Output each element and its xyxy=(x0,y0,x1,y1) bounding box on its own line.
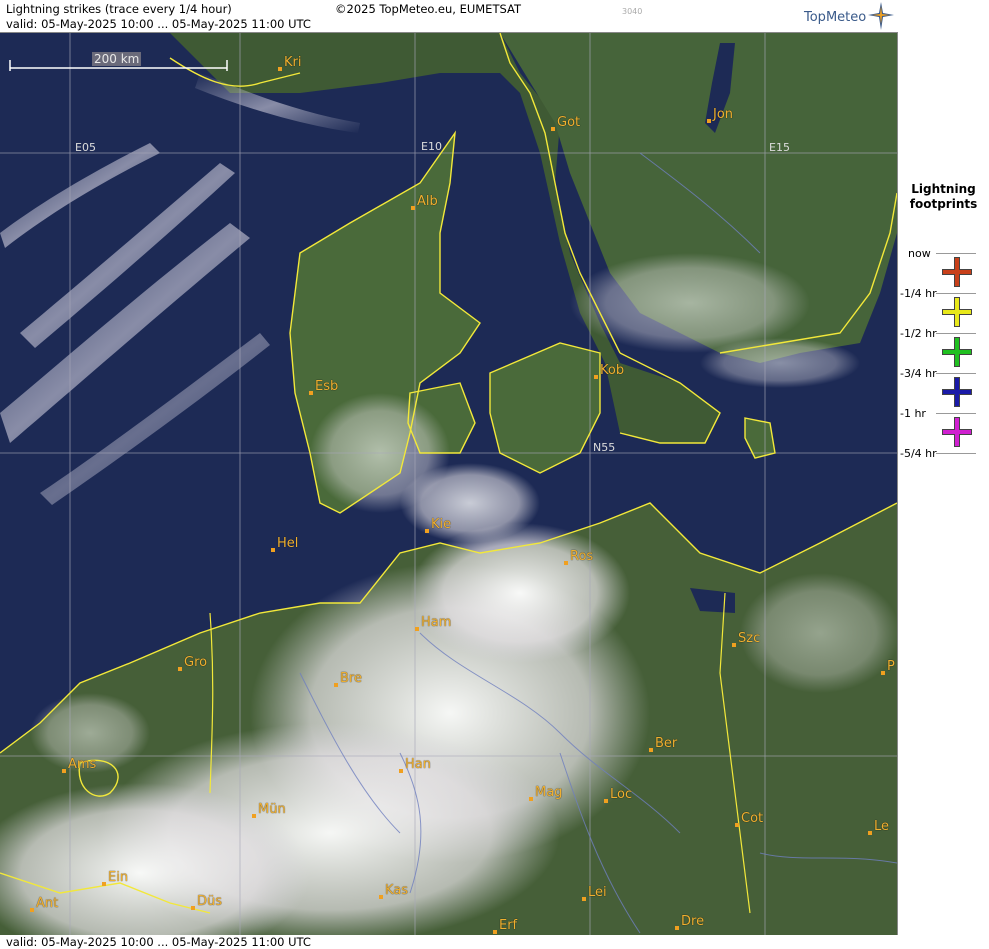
grid-label-e05: E05 xyxy=(75,141,96,154)
city-marker xyxy=(415,627,419,631)
city-marker xyxy=(102,882,106,886)
city-label: Cot xyxy=(741,811,764,826)
city-label: Kas xyxy=(385,883,409,898)
lightning-cross-icon xyxy=(942,297,972,327)
city-label: Ein xyxy=(108,870,129,885)
legend-tick-line xyxy=(936,373,976,374)
city-marker xyxy=(411,206,415,210)
city-marker xyxy=(604,799,608,803)
copyright: ©2025 TopMeteo.eu, EUMETSAT xyxy=(335,2,521,16)
city-marker xyxy=(379,895,383,899)
satellite-map[interactable]: 200 km E05 E10 E15 N55 Kri Got Jon Alb Esb Ko… xyxy=(0,32,898,936)
city-marker xyxy=(649,748,653,752)
city-marker xyxy=(191,906,195,910)
city-label: Jon xyxy=(713,107,734,122)
city-marker xyxy=(252,814,256,818)
city-marker xyxy=(868,831,872,835)
city-label: Ham xyxy=(421,615,452,630)
legend-label: -1 hr xyxy=(900,407,926,420)
legend-panel xyxy=(898,0,989,949)
city-marker xyxy=(551,127,555,131)
legend-label: -5/4 hr xyxy=(900,447,937,460)
city-marker xyxy=(881,671,885,675)
grid-label-e10: E10 xyxy=(421,140,442,153)
legend-label: now xyxy=(908,247,931,260)
city-label: Ant xyxy=(36,896,59,911)
city-marker xyxy=(271,548,275,552)
city-label: Bre xyxy=(340,671,362,686)
city-marker xyxy=(178,667,182,671)
logo-text: TopMeteo xyxy=(804,10,867,25)
legend-tick-line xyxy=(936,453,976,454)
city-label: Han xyxy=(405,757,431,772)
city-label: Mag xyxy=(535,785,563,800)
lightning-cross-icon xyxy=(942,417,972,447)
city-marker xyxy=(582,897,586,901)
lightning-cross-icon xyxy=(942,257,972,287)
city-label: Esb xyxy=(315,379,339,394)
city-label: Kob xyxy=(600,363,625,378)
legend-label: -1/4 hr xyxy=(900,287,937,300)
legend-tick-line xyxy=(936,293,976,294)
city-label: Szc xyxy=(738,631,761,646)
city-marker xyxy=(425,529,429,533)
valid-time: valid: 05-May-2025 10:00 ... 05-May-2025… xyxy=(6,17,311,31)
city-marker xyxy=(334,683,338,687)
logo-star-icon xyxy=(868,2,894,30)
city-marker xyxy=(309,391,313,395)
city-marker xyxy=(675,926,679,930)
legend-title-line2: footprints xyxy=(909,197,978,211)
grid-label-e15: E15 xyxy=(769,141,790,154)
city-label: Ber xyxy=(655,736,678,751)
city-label: Hel xyxy=(277,536,299,551)
legend-title: Lightning footprints xyxy=(898,182,989,212)
city-marker xyxy=(707,119,711,123)
city-label: Düs xyxy=(197,894,223,909)
map-code: 3040 xyxy=(622,7,643,16)
city-label: Dre xyxy=(681,914,705,929)
city-label: Kie xyxy=(431,517,452,532)
legend-title-line1: Lightning xyxy=(911,182,976,196)
legend-label: -1/2 hr xyxy=(900,327,937,340)
city-label: Le xyxy=(874,819,890,834)
city-marker xyxy=(62,769,66,773)
legend-tick-line xyxy=(936,253,976,254)
city-marker xyxy=(30,908,34,912)
lightning-cross-icon xyxy=(942,377,972,407)
city-label: Loc xyxy=(610,787,633,802)
city-label: Alb xyxy=(417,194,438,209)
city-marker xyxy=(529,797,533,801)
grid-label-n55: N55 xyxy=(593,441,616,454)
map-title: Lightning strikes (trace every 1/4 hour) xyxy=(6,2,232,16)
city-marker xyxy=(735,823,739,827)
city-marker xyxy=(493,930,497,934)
city-label: Kri xyxy=(284,55,302,70)
city-marker xyxy=(399,769,403,773)
city-label: Mün xyxy=(258,802,286,817)
legend-tick-line xyxy=(936,413,976,414)
city-label: Lei xyxy=(588,885,607,900)
city-label: Gro xyxy=(184,655,208,670)
city-label: Got xyxy=(557,115,581,130)
map-svg xyxy=(0,33,897,936)
footer-valid-time: valid: 05-May-2025 10:00 ... 05-May-2025… xyxy=(0,935,903,949)
city-label: Ams xyxy=(68,757,97,772)
lightning-cross-icon xyxy=(942,337,972,367)
city-marker xyxy=(732,643,736,647)
legend-tick-line xyxy=(936,333,976,334)
city-marker xyxy=(594,375,598,379)
city-marker xyxy=(278,67,282,71)
city-marker xyxy=(564,561,568,565)
city-label: Ros xyxy=(570,549,594,564)
city-label: Erf xyxy=(499,918,518,933)
scale-label: 200 km xyxy=(92,52,142,66)
city-label: P xyxy=(887,659,895,674)
legend-label: -3/4 hr xyxy=(900,367,937,380)
